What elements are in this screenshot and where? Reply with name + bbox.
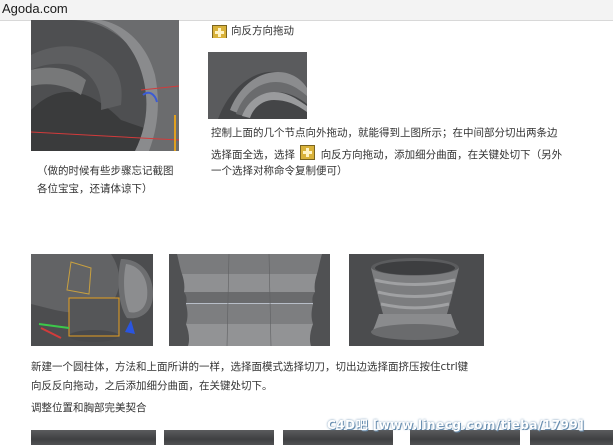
move-tool-icon — [300, 145, 316, 160]
bottom-thumb-1 — [31, 430, 156, 445]
section2-line3: 调整位置和胸部完美契合 — [31, 402, 147, 414]
model-shoulder-render — [31, 20, 179, 151]
bottom-thumb-2 — [164, 430, 274, 445]
section2-line1: 新建一个圆柱体，方法和上面所讲的一样，选择面模式选择切刀，切出边选择面挤压按住c… — [31, 361, 469, 373]
ribbed-vase-render — [349, 254, 484, 346]
cylinder-shoulder-render — [31, 254, 153, 346]
top-instruction: 向反方向拖动 — [231, 25, 294, 37]
window-title: Agoda.com — [2, 1, 68, 16]
move-tool-icon-top — [212, 23, 227, 38]
collar-render — [208, 52, 307, 119]
section2-line2: 向反反向拖动，之后添加细分曲面，在关键处切下。 — [31, 380, 273, 392]
paragraph-line2: 选择面全选，选择 向反方向拖动，添加细分曲面，在关键处切下（另外 — [211, 145, 562, 164]
browser-title-bar: Agoda.com — [0, 0, 613, 21]
paragraph-line3: 一个选择对称命令复制便可） — [211, 165, 348, 177]
paragraph-line1: 控制上面的几个节点向外拖动，就能得到上图所示；在中间部分切出两条边 — [211, 127, 558, 139]
paragraph-line2-pre: 选择面全选，选择 — [211, 149, 295, 161]
caption-left-line2: 各位宝宝，还请体谅下） — [37, 183, 153, 195]
move-tool-icon — [212, 25, 227, 38]
caption-left-line1: （做的时候有些步骤忘记截图 — [37, 165, 174, 177]
paragraph-line2-post: 向反方向拖动，添加细分曲面，在关键处切下（另外 — [320, 149, 563, 161]
watermark: C4D吧 [www.linecg.com/tieba/1799] — [327, 418, 585, 432]
ribbed-cylinder-closeup — [169, 254, 330, 346]
